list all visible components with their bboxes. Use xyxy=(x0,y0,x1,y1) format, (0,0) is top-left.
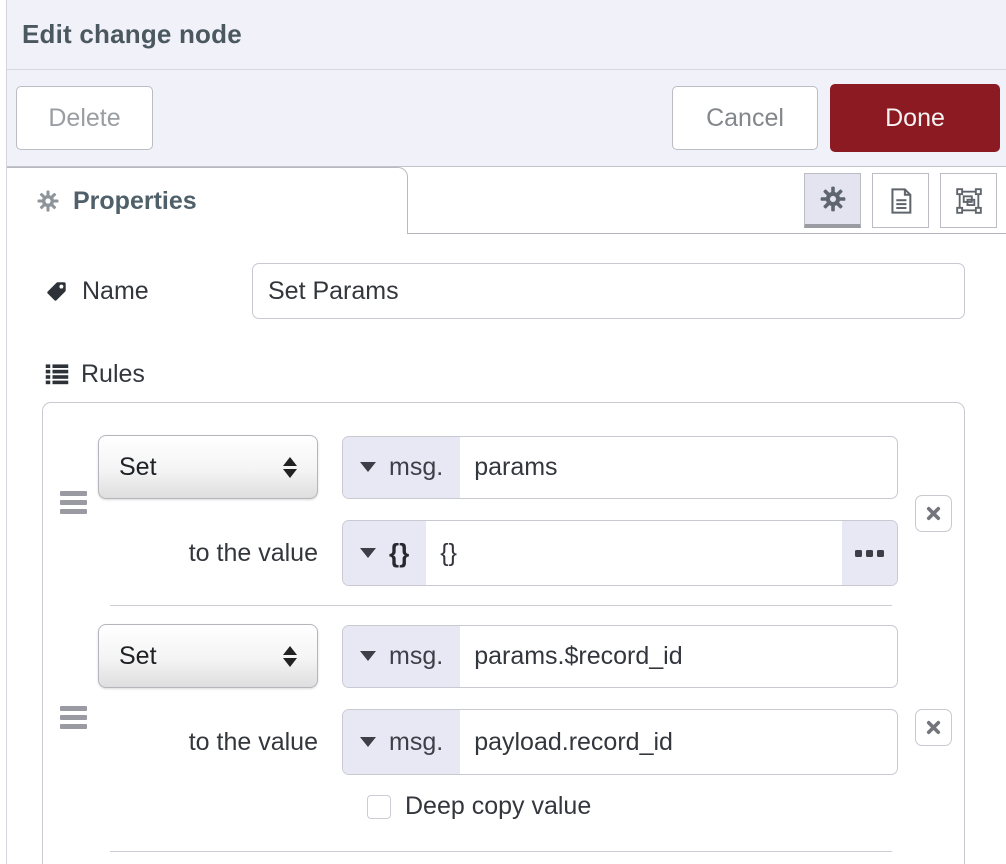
name-label-box: Name xyxy=(45,277,252,306)
name-label: Name xyxy=(82,277,149,306)
rule-2-action-select[interactable]: Set xyxy=(98,624,318,688)
rule-divider xyxy=(110,851,892,852)
json-type-icon: {} xyxy=(389,538,409,569)
done-button[interactable]: Done xyxy=(830,84,1000,152)
rule-2-property-prefix: msg. xyxy=(389,642,443,671)
rule-2-value-input: msg. xyxy=(342,709,898,775)
deep-copy-label: Deep copy value xyxy=(405,792,591,821)
drag-handle-icon[interactable] xyxy=(58,487,89,518)
rule-1-action-select[interactable]: Set xyxy=(98,435,318,499)
rule-1-property-value-input[interactable] xyxy=(460,437,897,498)
rule-1-to-label: to the value xyxy=(98,539,318,568)
rule-1-remove-button[interactable] xyxy=(915,495,952,532)
rule-row-1: Set msg. xyxy=(43,403,964,606)
tab-content: Name Rules Set xyxy=(7,263,1006,864)
page-title: Edit change node xyxy=(22,19,242,50)
rule-1-property-type-button[interactable]: msg. xyxy=(343,437,460,498)
rule-2-value-row: to the value msg. xyxy=(98,709,904,775)
description-icon xyxy=(888,187,914,215)
ellipsis-icon xyxy=(855,550,884,557)
rule-1-value-input: {} xyxy=(342,520,898,586)
rule-2-property-value-input[interactable] xyxy=(460,626,897,687)
rule-2-action-label: Set xyxy=(119,642,283,671)
rule-2-property-input: msg. xyxy=(342,625,898,688)
gear-icon xyxy=(820,186,846,212)
rule-2-to-label: to the value xyxy=(98,728,318,757)
rule-2-remove-button[interactable] xyxy=(915,709,952,746)
name-field-row: Name xyxy=(45,263,965,319)
rule-1-property-prefix: msg. xyxy=(389,453,443,482)
tab-icon-buttons xyxy=(804,173,997,228)
tag-icon xyxy=(45,280,68,303)
cancel-button[interactable]: Cancel xyxy=(672,86,818,150)
rule-2-value-field[interactable] xyxy=(460,710,897,774)
tab-properties-label: Properties xyxy=(73,187,197,216)
tab-button-properties[interactable] xyxy=(804,173,861,228)
close-icon xyxy=(925,719,942,736)
deep-copy-checkbox[interactable] xyxy=(367,795,391,819)
rule-1-value-field[interactable] xyxy=(426,521,842,585)
list-icon xyxy=(45,362,69,386)
drag-handle-icon[interactable] xyxy=(58,702,89,733)
chevron-down-icon xyxy=(360,462,376,472)
name-input[interactable] xyxy=(252,263,965,319)
chevron-down-icon xyxy=(360,548,376,558)
editor-tab-bar: Properties xyxy=(7,167,1006,234)
tab-button-appearance[interactable] xyxy=(940,173,997,228)
rule-2-value-prefix: msg. xyxy=(389,728,443,757)
rule-1-property-input: msg. xyxy=(342,436,898,499)
dialog-header: Edit change node xyxy=(7,0,1006,70)
deep-copy-row: Deep copy value xyxy=(367,792,904,821)
chevron-down-icon xyxy=(360,737,376,747)
rule-2-property-type-button[interactable]: msg. xyxy=(343,626,460,687)
rules-list: Set msg. xyxy=(42,402,965,864)
rule-1-value-type-button[interactable]: {} xyxy=(343,521,426,585)
appearance-icon xyxy=(955,187,983,215)
rule-row-2: Set msg. xyxy=(43,606,964,852)
rule-1-value-row: to the value {} xyxy=(98,520,904,586)
chevron-down-icon xyxy=(360,651,376,661)
select-arrows-icon xyxy=(283,646,297,667)
delete-button[interactable]: Delete xyxy=(16,86,153,150)
rule-2-property-row: Set msg. xyxy=(98,606,904,688)
gear-icon xyxy=(37,190,59,212)
close-icon xyxy=(925,505,942,522)
rules-label-row: Rules xyxy=(45,359,965,389)
rule-1-expand-button[interactable] xyxy=(842,521,897,585)
rules-label: Rules xyxy=(81,360,145,389)
tab-properties[interactable]: Properties xyxy=(7,167,408,234)
dialog-button-bar: Delete Cancel Done xyxy=(7,70,1006,167)
rule-1-property-row: Set msg. xyxy=(98,403,904,499)
rule-2-value-type-button[interactable]: msg. xyxy=(343,710,460,774)
select-arrows-icon xyxy=(283,457,297,478)
rule-1-action-label: Set xyxy=(119,453,283,482)
edit-change-node-dialog: Edit change node Delete Cancel Done xyxy=(6,0,1006,864)
tab-button-description[interactable] xyxy=(872,173,929,228)
